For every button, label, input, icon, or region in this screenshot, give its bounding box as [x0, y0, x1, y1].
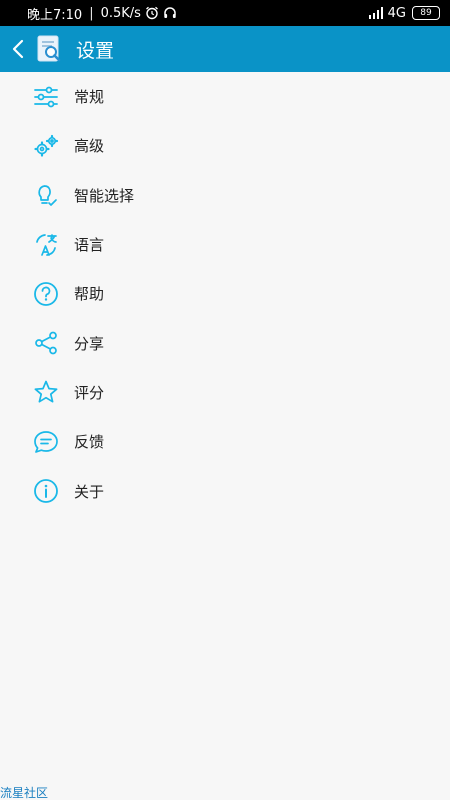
- translate-icon: [33, 232, 59, 258]
- app-logo-icon: [34, 34, 64, 64]
- menu-item-label: 智能选择: [74, 186, 135, 205]
- settings-menu: 常规 高级 智能选择 语言 帮助 分享 评分 反馈 关于: [0, 72, 450, 516]
- status-separator: |: [89, 5, 94, 21]
- menu-item-label: 帮助: [74, 285, 105, 304]
- sliders-icon: [33, 84, 59, 110]
- menu-item-about[interactable]: 关于: [0, 466, 450, 515]
- menu-item-label: 分享: [74, 334, 105, 353]
- share-icon: [33, 330, 59, 356]
- menu-item-label: 语言: [74, 236, 105, 255]
- status-left: 晚上7:10 | 0.5K/s: [27, 4, 177, 23]
- lightbulb-icon: [33, 182, 59, 208]
- menu-item-feedback[interactable]: 反馈: [0, 417, 450, 466]
- menu-item-label: 关于: [74, 482, 105, 501]
- battery-level: 89: [420, 7, 432, 18]
- menu-item-general[interactable]: 常规: [0, 72, 450, 121]
- status-time: 晚上7:10: [27, 7, 83, 23]
- info-icon: [33, 478, 59, 504]
- star-icon: [33, 379, 59, 405]
- chat-icon: [33, 429, 59, 455]
- gears-icon: [33, 133, 59, 159]
- menu-item-label: 高级: [74, 137, 105, 156]
- chevron-left-icon: [12, 39, 24, 59]
- status-speed: 0.5K/s: [100, 5, 141, 21]
- signal-icon: [368, 7, 384, 19]
- menu-item-label: 评分: [74, 383, 105, 402]
- status-right: 4G 89: [368, 6, 440, 21]
- menu-item-language[interactable]: 语言: [0, 220, 450, 269]
- network-type: 4G: [387, 5, 406, 21]
- menu-item-rate[interactable]: 评分: [0, 368, 450, 417]
- app-header: 设置: [0, 26, 450, 72]
- help-icon: [33, 281, 59, 307]
- menu-item-smart-select[interactable]: 智能选择: [0, 171, 450, 220]
- menu-item-label: 反馈: [74, 433, 105, 452]
- menu-item-help[interactable]: 帮助: [0, 269, 450, 318]
- headset-icon: [163, 6, 177, 20]
- status-bar: 晚上7:10 | 0.5K/s 4G 89: [0, 0, 450, 26]
- alarm-icon: [145, 6, 159, 20]
- menu-item-share[interactable]: 分享: [0, 318, 450, 367]
- watermark: 流星社区: [0, 786, 49, 800]
- back-button[interactable]: [4, 26, 32, 72]
- page-title: 设置: [76, 39, 115, 62]
- menu-item-advanced[interactable]: 高级: [0, 121, 450, 170]
- menu-item-label: 常规: [74, 88, 105, 107]
- battery-icon: 89: [412, 6, 440, 20]
